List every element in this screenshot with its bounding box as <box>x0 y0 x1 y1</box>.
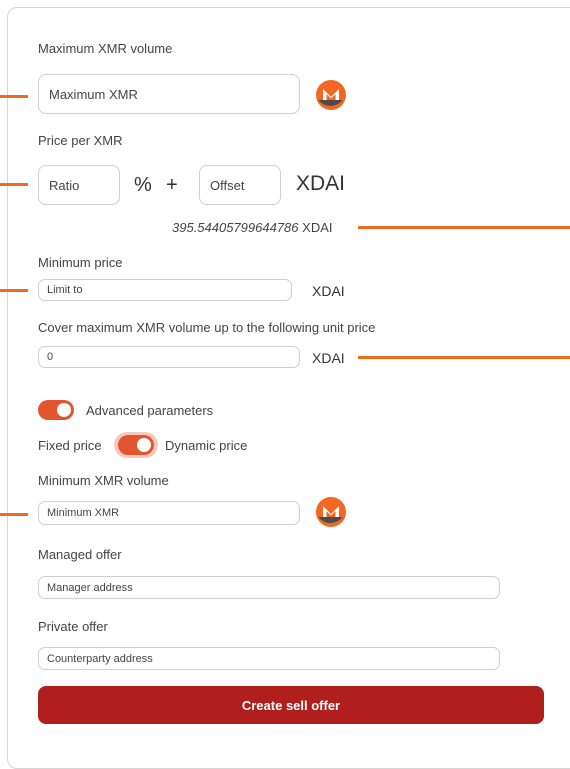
percent-sign: % <box>134 174 152 196</box>
ratio-input[interactable]: Ratio <box>38 165 120 205</box>
annotation-line-max-volume <box>0 95 28 98</box>
cover-price-input[interactable]: 0 <box>38 346 300 368</box>
private-offer-label: Private offer <box>38 619 108 634</box>
max-volume-placeholder: Maximum XMR <box>49 86 138 102</box>
pricing-mode-toggle[interactable] <box>118 435 154 455</box>
advanced-toggle-knob <box>57 403 71 417</box>
min-price-currency: XDAI <box>312 283 345 299</box>
min-volume-placeholder: Minimum XMR <box>47 507 120 519</box>
cover-currency: XDAI <box>312 350 345 366</box>
computed-price-value: 395.54405799644786 <box>172 220 299 235</box>
counterparty-address-input[interactable]: Counterparty address <box>38 647 500 670</box>
monero-icon <box>316 80 346 110</box>
cover-label: Cover maximum XMR volume up to the follo… <box>38 320 376 335</box>
annotation-line-min-price <box>0 289 28 292</box>
offset-input[interactable]: Offset <box>199 165 281 205</box>
computed-price: 395.54405799644786 XDAI <box>172 220 333 235</box>
ratio-placeholder: Ratio <box>49 177 80 193</box>
create-sell-offer-label: Create sell offer <box>241 697 341 713</box>
min-volume-label: Minimum XMR volume <box>38 473 169 488</box>
dynamic-price-label: Dynamic price <box>165 438 248 453</box>
plus-sign: + <box>166 174 178 196</box>
min-price-input[interactable]: Limit to <box>38 279 292 301</box>
annotation-line-min-volume <box>0 513 28 516</box>
counterparty-address-placeholder: Counterparty address <box>47 652 153 665</box>
create-sell-offer-button[interactable]: Create sell offer <box>38 686 544 724</box>
min-price-placeholder: Limit to <box>47 284 83 296</box>
manager-address-input[interactable]: Manager address <box>38 576 500 599</box>
computed-price-currency: XDAI <box>302 220 333 235</box>
price-currency: XDAI <box>296 172 346 195</box>
min-volume-input[interactable]: Minimum XMR <box>38 501 300 525</box>
fixed-price-label: Fixed price <box>38 438 102 453</box>
max-volume-label: Maximum XMR volume <box>38 41 173 56</box>
price-label: Price per XMR <box>38 133 123 148</box>
manager-address-placeholder: Manager address <box>47 581 133 594</box>
max-volume-input[interactable]: Maximum XMR <box>38 74 300 114</box>
monero-icon <box>316 497 346 527</box>
annotation-line-cover <box>358 356 570 359</box>
pricing-mode-toggle-knob <box>137 438 151 452</box>
min-price-label: Minimum price <box>38 255 123 270</box>
cover-price-value: 0 <box>47 351 54 363</box>
offset-placeholder: Offset <box>210 177 245 193</box>
advanced-label: Advanced parameters <box>86 403 214 418</box>
managed-offer-label: Managed offer <box>38 547 122 562</box>
advanced-toggle[interactable] <box>38 400 74 420</box>
annotation-line-price <box>0 183 28 186</box>
annotation-line-computed-price <box>358 226 570 229</box>
